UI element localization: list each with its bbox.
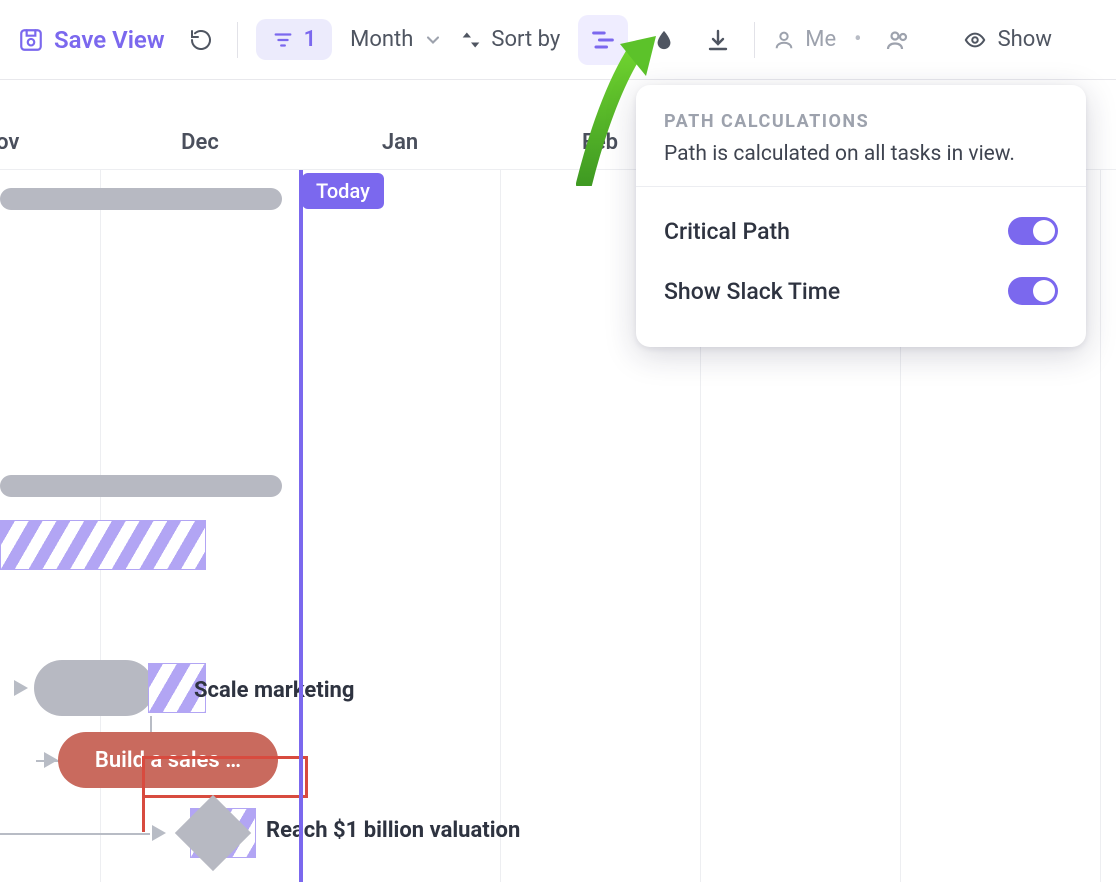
slack-block[interactable]: [0, 520, 206, 570]
download-button[interactable]: [700, 22, 736, 58]
toolbar: Save View 1 Month Sort by: [0, 0, 1116, 80]
toolbar-separator-2: [754, 22, 755, 58]
toggle-switch[interactable]: [1008, 277, 1058, 305]
dependency-line: [0, 833, 150, 835]
reset-button[interactable]: [183, 22, 219, 58]
me-filter-button[interactable]: Me: [773, 27, 836, 52]
assignees-button[interactable]: [880, 22, 916, 58]
summary-bar[interactable]: [0, 188, 282, 210]
me-label: Me: [805, 27, 836, 52]
save-icon: [18, 27, 44, 53]
task-label: Reach $1 billion valuation: [266, 818, 520, 843]
slack-time-toggle-row[interactable]: Show Slack Time: [664, 261, 1058, 321]
save-view-label: Save View: [54, 26, 165, 54]
critical-path-label: Critical Path: [664, 218, 790, 245]
today-badge[interactable]: Today: [302, 173, 384, 209]
people-icon: [885, 28, 911, 52]
month-label: Nov: [0, 130, 19, 155]
today-label: Today: [316, 179, 370, 203]
chevron-down-icon: [423, 30, 443, 50]
task-pill-scale-marketing[interactable]: [34, 660, 154, 716]
droplet-icon: [653, 28, 675, 52]
dependency-arrow-icon: [14, 680, 28, 696]
sort-label: Sort by: [491, 27, 560, 52]
show-button[interactable]: Show: [962, 27, 1052, 52]
timescale-label: Month: [350, 27, 413, 52]
dependency-arrow-icon: [152, 825, 166, 841]
popover-subtitle: Path is calculated on all tasks in view.: [664, 142, 1058, 166]
dot-separator: •: [854, 27, 861, 52]
gridline: [500, 80, 501, 882]
download-icon: [706, 28, 730, 52]
sort-icon: [461, 29, 481, 51]
toggle-switch[interactable]: [1008, 217, 1058, 245]
milestone-diamond[interactable]: [175, 795, 251, 871]
task-label: Scale marketing: [194, 678, 354, 703]
reset-icon: [189, 28, 213, 52]
person-icon: [773, 29, 795, 51]
show-label: Show: [998, 27, 1052, 52]
critical-path-outline: [142, 796, 145, 832]
filter-icon: [272, 29, 294, 51]
dependency-arrow-icon: [44, 752, 58, 768]
sort-button[interactable]: Sort by: [461, 27, 560, 52]
popover-body: Critical Path Show Slack Time: [636, 187, 1086, 347]
eye-icon: [962, 29, 988, 51]
critical-path-outline: [142, 756, 308, 798]
today-marker-line: [299, 170, 303, 882]
month-label: Jan: [382, 130, 418, 155]
timescale-select[interactable]: Month: [350, 27, 443, 52]
popover-title: PATH CALCULATIONS: [664, 111, 1058, 132]
slack-time-label: Show Slack Time: [664, 278, 840, 305]
save-view-button[interactable]: Save View: [18, 26, 165, 54]
gridline: [1100, 80, 1101, 882]
summary-bar[interactable]: [0, 475, 282, 497]
filter-button[interactable]: 1: [256, 19, 333, 60]
critical-path-toggle-row[interactable]: Critical Path: [664, 201, 1058, 261]
toolbar-separator: [237, 22, 238, 58]
popover-header: PATH CALCULATIONS Path is calculated on …: [636, 85, 1086, 187]
filter-count: 1: [304, 27, 317, 52]
month-label: Dec: [181, 130, 219, 155]
path-calculations-popover: PATH CALCULATIONS Path is calculated on …: [636, 85, 1086, 347]
